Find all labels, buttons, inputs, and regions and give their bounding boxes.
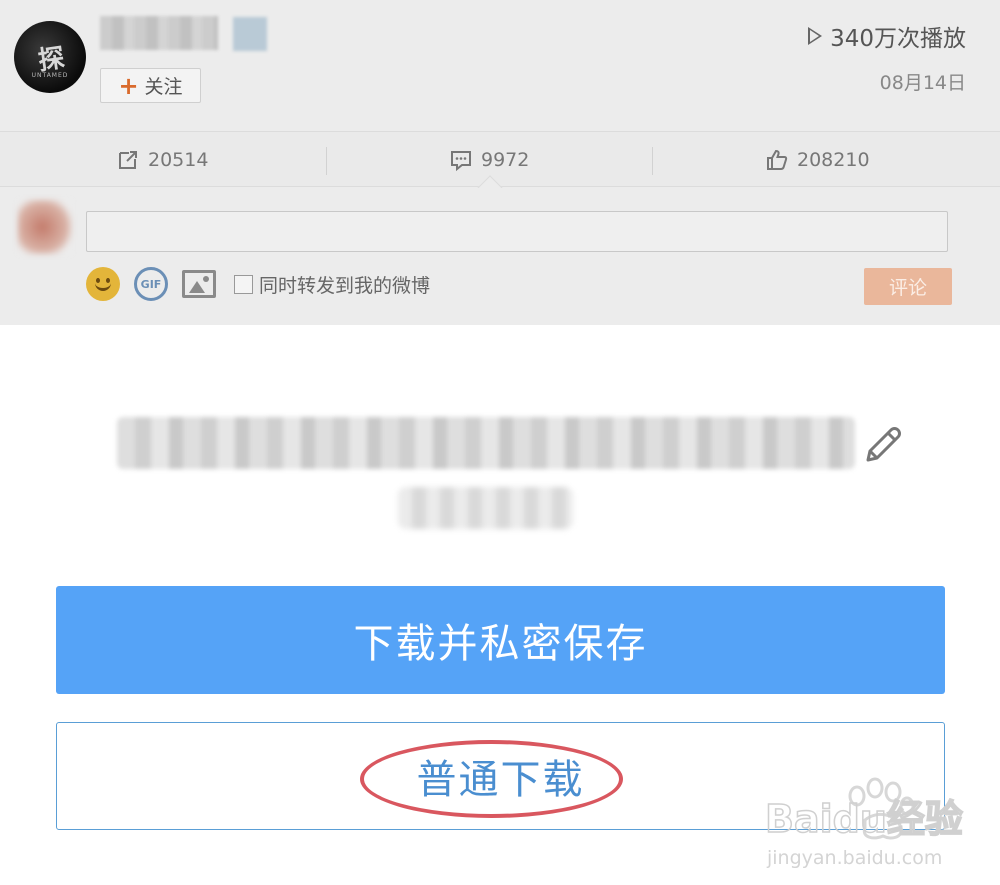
emoji-mouth <box>95 282 111 291</box>
weibo-post-background: 探 UNTAMED + 关注 340万次播放 08月14日 20514 9972… <box>0 0 1000 325</box>
comment-input[interactable] <box>86 211 948 252</box>
watermark-url: jingyan.baidu.com <box>766 847 942 869</box>
my-avatar-redacted <box>18 200 72 254</box>
author-badge-redacted <box>233 17 267 51</box>
composer-tools: GIF 同时转发到我的微博 <box>86 266 430 302</box>
repost-action[interactable]: 20514 <box>116 132 208 188</box>
post-date: 08月14日 <box>879 72 966 94</box>
repost-icon <box>119 151 137 169</box>
comment-icon <box>451 151 471 172</box>
avatar-caption: UNTAMED <box>31 72 69 79</box>
like-action[interactable]: 208210 <box>765 132 870 188</box>
download-private-save-button[interactable]: 下载并私密保存 <box>56 586 945 694</box>
emoji-icon[interactable] <box>86 267 120 301</box>
comment-count: 9972 <box>481 149 530 171</box>
gif-icon[interactable]: GIF <box>134 267 168 301</box>
repost-count: 20514 <box>148 149 209 171</box>
like-icon <box>767 149 788 170</box>
follow-label: 关注 <box>144 76 183 98</box>
action-divider <box>652 147 653 175</box>
video-size-redacted <box>398 487 573 529</box>
post-header: 探 UNTAMED + 关注 340万次播放 08月14日 <box>0 0 1000 130</box>
image-icon[interactable] <box>182 270 216 298</box>
repost-to-weibo-option[interactable]: 同时转发到我的微博 <box>234 271 430 298</box>
plus-icon: + <box>118 71 139 100</box>
avatar-calligraphy: 探 <box>36 42 65 77</box>
author-name-redacted <box>100 16 218 50</box>
repost-checkbox[interactable] <box>234 274 253 294</box>
follow-button[interactable]: + 关注 <box>100 68 201 103</box>
play-icon <box>808 27 823 45</box>
submit-comment-button[interactable]: 评论 <box>864 268 952 305</box>
play-count-text: 340万次播放 <box>830 26 966 52</box>
edit-icon[interactable] <box>860 422 906 468</box>
video-filename-redacted <box>117 417 855 469</box>
repost-option-label: 同时转发到我的微博 <box>259 274 431 297</box>
post-action-bar: 20514 9972 208210 <box>0 131 1000 201</box>
baidu-jingyan-watermark: Baidu经验 jingyan.baidu.com <box>765 777 964 869</box>
like-count: 208210 <box>797 149 870 171</box>
comment-composer: GIF 同时转发到我的微博 评论 <box>0 188 1000 325</box>
action-divider <box>326 147 327 175</box>
play-count: 340万次播放 <box>808 19 966 53</box>
annotation-highlight-circle <box>360 740 623 818</box>
watermark-brand: Baidu经验 <box>765 797 963 841</box>
author-avatar[interactable]: 探 UNTAMED <box>14 21 86 93</box>
